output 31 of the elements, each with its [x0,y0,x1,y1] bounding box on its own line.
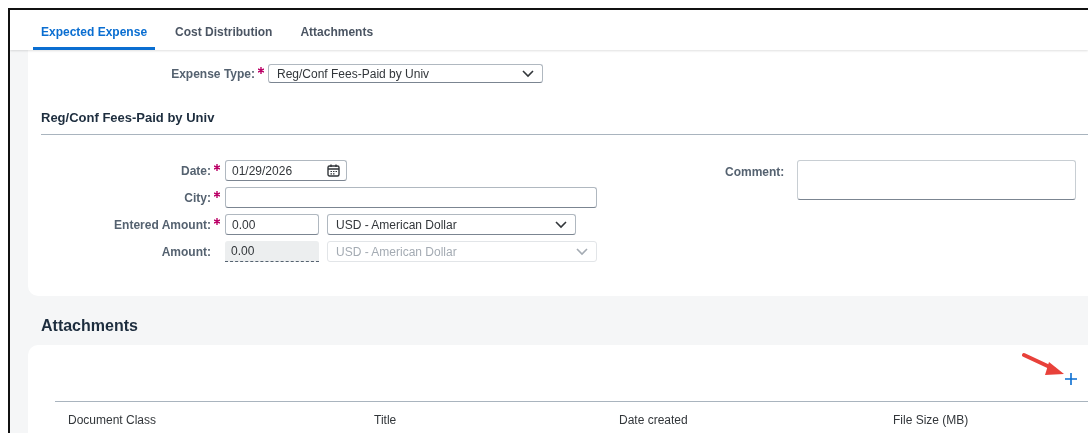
chevron-down-icon [576,247,588,256]
column-header: Document Class [68,413,158,427]
chevron-down-icon [555,220,567,229]
dropdown[interactable]: USD - American Dollar [327,214,576,235]
column-header: File Size (MB) [893,413,969,427]
field-label: Comment: [725,164,785,179]
chevron-down-icon [522,69,534,78]
dropdown[interactable]: Reg/Conf Fees-Paid by Univ [268,64,543,83]
required-icon [214,217,220,226]
field-label: Date: [181,163,211,178]
amount-field: 0.00 [225,241,319,262]
column-header: Title [374,413,398,427]
required-icon [258,66,264,75]
amount-field[interactable]: 0.00 [225,214,319,235]
tab[interactable]: Attachments [292,10,382,50]
tab[interactable]: Cost Distribution [167,10,281,50]
field-label: City: [184,190,211,205]
date-field[interactable]: 01/29/2026 [225,160,347,181]
required-icon [214,190,220,199]
field-label: Expense Type: [171,66,255,81]
column-header: Date created [619,413,689,427]
calendar-icon [327,164,340,177]
field-label: Amount: [161,244,211,259]
section-title: Reg/Conf Fees-Paid by Univ [41,109,216,125]
add-icon[interactable] [1062,370,1080,388]
dropdown: USD - American Dollar [327,241,597,262]
comment-field[interactable] [797,160,1077,200]
text-field[interactable] [225,187,597,208]
required-icon [214,163,220,172]
section-heading: Attachments [40,316,139,336]
field-label: Entered Amount: [114,217,211,232]
